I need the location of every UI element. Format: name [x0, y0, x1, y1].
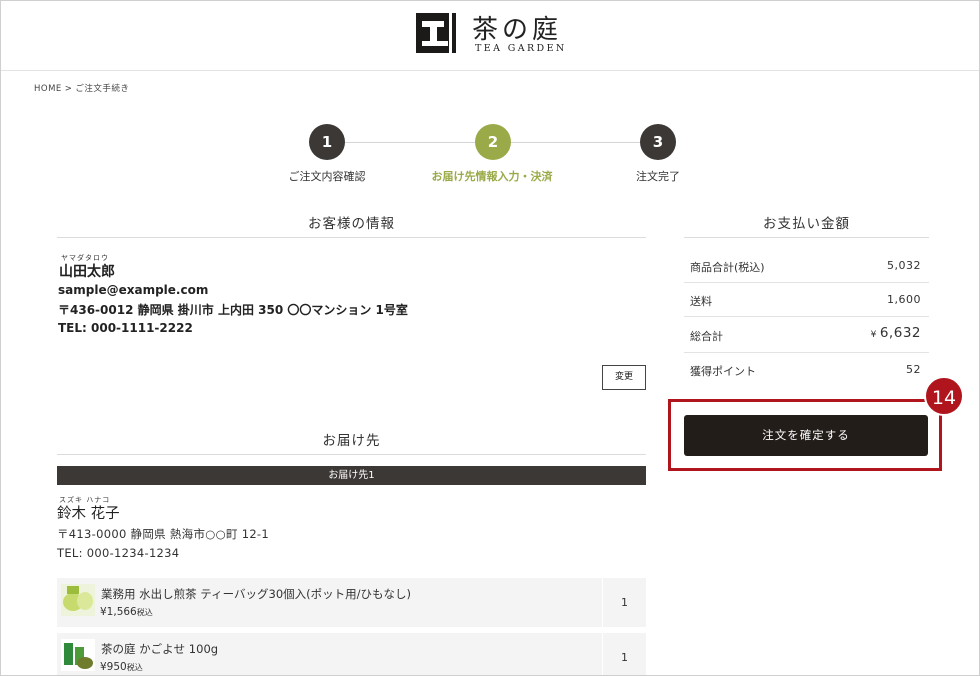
- order-item-row: 茶の庭 かごよせ 100g ¥950税込 1: [57, 633, 646, 675]
- confirm-order-button[interactable]: 注文を確定する: [684, 415, 928, 456]
- annotation-number-badge: 14: [924, 376, 964, 416]
- step-connector-2: [510, 142, 640, 143]
- points-value: 52: [906, 363, 921, 376]
- payment-divider: [684, 237, 929, 238]
- breadcrumb-current: ご注文手続き: [75, 84, 130, 94]
- step-1-label: ご注文内容確認: [288, 170, 366, 183]
- step-2-circle: 2: [475, 124, 511, 160]
- points-row: 獲得ポイント 52: [684, 353, 929, 387]
- points-label: 獲得ポイント: [690, 365, 756, 378]
- page-frame: 茶の庭 TEA GARDEN HOME > ご注文手続き 1 2 3 ご注文内容確認…: [0, 0, 980, 676]
- item-price-value: ¥1,566: [100, 606, 137, 618]
- order-item-row: 業務用 水出し煎茶 ティーバッグ30個入(ポット用/ひもなし) ¥1,566税込…: [57, 578, 646, 627]
- item-quantity: 1: [602, 633, 646, 675]
- customer-email: sample@example.com: [58, 283, 209, 297]
- customer-name: 山田太郎: [59, 264, 115, 280]
- item-name: 茶の庭 かごよせ 100g: [101, 642, 219, 656]
- destination-header: お届け先1: [57, 466, 646, 485]
- site-logo[interactable]: 茶の庭 TEA GARDEN: [414, 9, 574, 59]
- site-header: 茶の庭 TEA GARDEN: [1, 1, 979, 71]
- step-1-circle: 1: [309, 124, 345, 160]
- logo-subtitle: TEA GARDEN: [475, 43, 567, 54]
- customer-tel: TEL: 000-1111-2222: [58, 321, 193, 335]
- item-price: ¥950税込: [100, 661, 143, 673]
- customer-divider: [57, 237, 646, 238]
- change-customer-button[interactable]: 変更: [602, 365, 646, 390]
- item-name: 業務用 水出し煎茶 ティーバッグ30個入(ポット用/ひもなし): [101, 587, 411, 601]
- logo-name: 茶の庭: [472, 15, 563, 45]
- shipping-label: 送料: [690, 295, 712, 308]
- delivery-divider: [57, 454, 646, 455]
- total-row: 総合計 ¥6,632: [684, 317, 929, 353]
- total-value: ¥6,632: [871, 325, 921, 341]
- shipping-value: 1,600: [887, 293, 921, 306]
- item-price: ¥1,566税込: [100, 606, 153, 618]
- total-amount: 6,632: [879, 325, 921, 341]
- step-3-label: 注文完了: [636, 170, 680, 183]
- recipient-name: 鈴木 花子: [57, 506, 120, 522]
- delivery-section-title: お届け先: [322, 433, 381, 449]
- subtotal-label: 商品合計(税込): [690, 261, 765, 274]
- tea-bag-product-icon: [61, 584, 95, 616]
- step-connector-1: [344, 142, 475, 143]
- shipping-row: 送料 1,600: [684, 283, 929, 317]
- logo-mark-icon: [416, 13, 456, 53]
- item-price-tax: 税込: [126, 663, 143, 672]
- subtotal-row: 商品合計(税込) 5,032: [684, 249, 929, 283]
- recipient-tel: TEL: 000-1234-1234: [57, 546, 180, 560]
- total-currency: ¥: [870, 330, 877, 340]
- item-price-value: ¥950: [100, 661, 127, 673]
- item-price-tax: 税込: [136, 608, 153, 617]
- tea-leaf-product-icon: [61, 639, 95, 671]
- step-3-circle: 3: [640, 124, 676, 160]
- item-quantity: 1: [602, 578, 646, 627]
- customer-section-title: お客様の情報: [308, 216, 395, 232]
- recipient-address: 〒413-0000 静岡県 熱海市○○町 12-1: [57, 527, 269, 541]
- customer-address: 〒436-0012 静岡県 掛川市 上内田 350 〇〇マンション 1号室: [58, 303, 408, 317]
- breadcrumb-separator: >: [64, 84, 73, 94]
- payment-section-title: お支払い金額: [763, 216, 850, 232]
- subtotal-value: 5,032: [887, 259, 921, 272]
- total-label: 総合計: [690, 330, 723, 343]
- breadcrumb-home-link[interactable]: HOME: [34, 84, 62, 94]
- step-2-label: お届け先情報入力・決済: [431, 170, 553, 183]
- breadcrumb: HOME > ご注文手続き: [34, 82, 132, 94]
